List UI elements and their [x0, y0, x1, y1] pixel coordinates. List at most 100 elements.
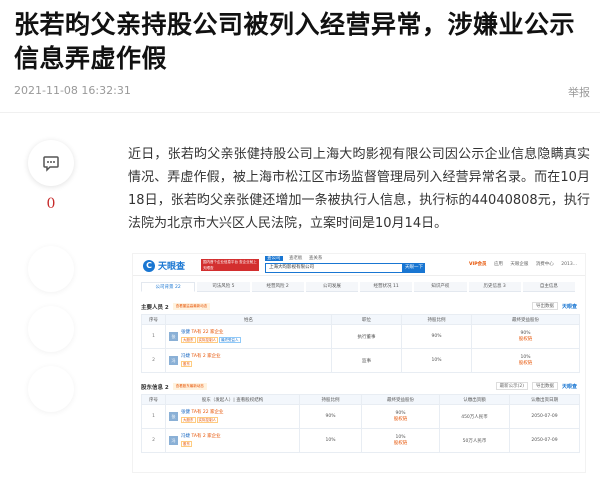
share-button-1[interactable]: [28, 246, 74, 292]
person-name: 张健: [181, 410, 190, 415]
person-name: 张健: [181, 330, 190, 335]
company-search-input[interactable]: 上海大昀影视有限公司: [265, 263, 403, 273]
column-header: 序号: [141, 314, 166, 325]
person-name-link[interactable]: 张健 TA有 22 家企业: [181, 410, 224, 416]
person-name-link[interactable]: 冯婕 TA有 2 家企业: [181, 354, 221, 360]
person-cell: 张 张健 TA有 22 家企业 大股东 实际控制人 最终受益人: [165, 324, 332, 349]
ratio-cell: 90%: [401, 324, 472, 349]
column-header: 持股比例: [401, 314, 472, 325]
person-tags: 股东: [181, 361, 221, 367]
avatar: 冯: [169, 356, 178, 365]
equity-chain-link[interactable]: 股权链: [472, 337, 579, 343]
tab-business-risk[interactable]: 经营风险 2: [251, 282, 304, 292]
tag: 大股东: [181, 337, 196, 343]
shareholders-table: 序号 股东（发起人）| 查看股权结构 持股比例 最终受益股份 认缴出资额 认缴出…: [141, 394, 580, 453]
comment-count: 0: [46, 196, 56, 212]
shareholders-title: 股东信息 2: [141, 384, 169, 391]
company-tabs: 公司背景 22 司法风险 5 经营风险 2 公司发展 经营状况 11 知识产权 …: [141, 282, 577, 292]
table-row: 1 张 张健 TA有 22 家企业 大股东 实际控制人 最终受益人 执行董事 90%…: [141, 324, 580, 349]
person-name-link[interactable]: 张健 TA有 22 家企业: [181, 330, 242, 336]
shareholders-tag[interactable]: 查看股东最新动态: [172, 383, 207, 390]
tab-history[interactable]: 历史信息 3: [468, 282, 521, 292]
column-header: 股东（发起人）| 查看股权结构: [165, 394, 300, 405]
apps-link[interactable]: 应用: [494, 262, 503, 267]
position-cell: 执行董事: [331, 324, 402, 349]
person-cell: 冯 冯婕 TA有 2 家企业 股东: [165, 428, 300, 453]
tab-background[interactable]: 公司背景 22: [141, 282, 196, 292]
person-cell: 冯 冯婕 TA有 2 家企业 股东: [165, 348, 332, 373]
table-row: 1 张 张健 TA有 22 家企业 大股东 实际控制人 90% 90% 股权链 4…: [141, 404, 580, 429]
row-index: 1: [141, 404, 166, 429]
table-header-row: 序号 股东（发起人）| 查看股权结构 持股比例 最终受益股份 认缴出资额 认缴出…: [141, 394, 580, 405]
tianyancha-logo-icon: C: [143, 259, 155, 272]
person-name: 冯婕: [181, 354, 190, 359]
tag: 实际控制人: [196, 337, 218, 343]
search-tab-relation[interactable]: 查关系: [309, 256, 323, 261]
shot-header: C 天眼查 国内首个企业信息平台 查企业就上天眼查 查公司 查老板 查关系 上海…: [133, 254, 585, 276]
benefit-cell: 90% 股权链: [361, 404, 440, 429]
export-button[interactable]: 导出数据: [531, 382, 558, 390]
equity-chain-link[interactable]: 股权链: [362, 417, 439, 423]
report-link[interactable]: 举报: [568, 84, 590, 100]
user-link[interactable]: 2013...: [561, 262, 577, 267]
tab-ip[interactable]: 知识产权: [414, 282, 467, 292]
main-staff-table: 序号 姓名 职位 持股比例 最终受益股份 1 张 张健 TA有 22 家企业 大…: [141, 314, 580, 373]
benefit-cell: 10% 股权链: [361, 428, 440, 453]
equity-chain-link[interactable]: 股权链: [472, 361, 579, 367]
tag: 股东: [181, 361, 192, 367]
tab-self-info[interactable]: 自主信息: [522, 282, 575, 292]
main-staff-header: 主要人员 2 查看董监高最新动态 导出数据 天眼查: [141, 301, 577, 312]
header-divider: [0, 112, 600, 113]
consumer-link[interactable]: 消费中心: [536, 262, 554, 267]
article-meta: 2021-11-08 16:32:31 举报: [14, 84, 590, 100]
person-tags: 股东: [181, 441, 221, 447]
avatar: 冯: [169, 436, 178, 445]
date-cell: 2050-07-09: [509, 404, 580, 429]
person-name: 冯婕: [181, 434, 190, 439]
column-header: 最终受益股份: [471, 314, 580, 325]
table-row: 2 冯 冯婕 TA有 2 家企业 股东 监事 10% 10% 股权链: [141, 348, 580, 373]
services-link[interactable]: 天眼企服: [510, 262, 528, 267]
search-button[interactable]: 天眼一下: [403, 263, 425, 273]
date-cell: 2050-07-09: [509, 428, 580, 453]
column-header: 序号: [141, 394, 166, 405]
benefit-cell: 90% 股权链: [471, 324, 580, 349]
main-staff-title: 主要人员 2: [141, 304, 169, 311]
table-row: 2 冯 冯婕 TA有 2 家企业 股东 10% 10% 股权链 50万人民币 2…: [141, 428, 580, 453]
tag: 实际控制人: [196, 417, 218, 423]
amount-cell: 450万人民币: [439, 404, 510, 429]
tab-operations[interactable]: 经营状况 11: [360, 282, 413, 292]
article-timestamp: 2021-11-08 16:32:31: [14, 84, 131, 97]
person-company-count: TA有 2 家企业: [191, 354, 221, 359]
tab-development[interactable]: 公司发展: [305, 282, 358, 292]
column-header: 认缴出资日期: [509, 394, 580, 405]
share-button-2[interactable]: [28, 306, 74, 352]
vip-link[interactable]: VIP会员: [469, 262, 486, 267]
main-staff-tag[interactable]: 查看董监高最新动态: [172, 303, 211, 310]
embedded-screenshot: C 天眼查 国内首个企业信息平台 查企业就上天眼查 查公司 查老板 查关系 上海…: [132, 253, 586, 473]
avatar: 张: [169, 332, 178, 341]
tag: 大股东: [181, 417, 196, 423]
disclosure-select[interactable]: 最新公示(2): [495, 382, 528, 390]
person-name-link[interactable]: 冯婕 TA有 2 家企业: [181, 434, 221, 440]
avatar: 张: [169, 412, 178, 421]
person-tags: 大股东 实际控制人: [181, 417, 224, 423]
person-tags: 大股东 实际控制人 最终受益人: [181, 337, 242, 343]
column-header: 姓名: [165, 314, 332, 325]
column-header: 认缴出资额: [439, 394, 510, 405]
share-button-3[interactable]: [28, 366, 74, 412]
comment-button[interactable]: [28, 140, 74, 186]
ratio-cell: 10%: [299, 428, 362, 453]
search-tab-boss[interactable]: 查老板: [289, 256, 303, 261]
tag: 最终受益人: [219, 337, 241, 343]
ratio-cell: 90%: [299, 404, 362, 429]
export-button[interactable]: 导出数据: [531, 302, 558, 310]
shareholders-header: 股东信息 2 查看股东最新动态 最新公示(2) 导出数据 天眼查: [141, 381, 577, 392]
equity-chain-link[interactable]: 股权链: [362, 441, 439, 447]
search-tab-company[interactable]: 查公司: [265, 256, 283, 261]
tab-judicial-risk[interactable]: 司法风险 5: [197, 282, 250, 292]
row-index: 2: [141, 428, 166, 453]
header-links: VIP会员 应用 天眼企服 消费中心 2013...: [463, 261, 577, 267]
article-title: 张若昀父亲持股公司被列入经营异常，涉嫌业公示信息弄虚作假: [14, 10, 576, 73]
person: 张 张健 TA有 22 家企业 大股东 实际控制人 最终受益人: [166, 330, 331, 343]
